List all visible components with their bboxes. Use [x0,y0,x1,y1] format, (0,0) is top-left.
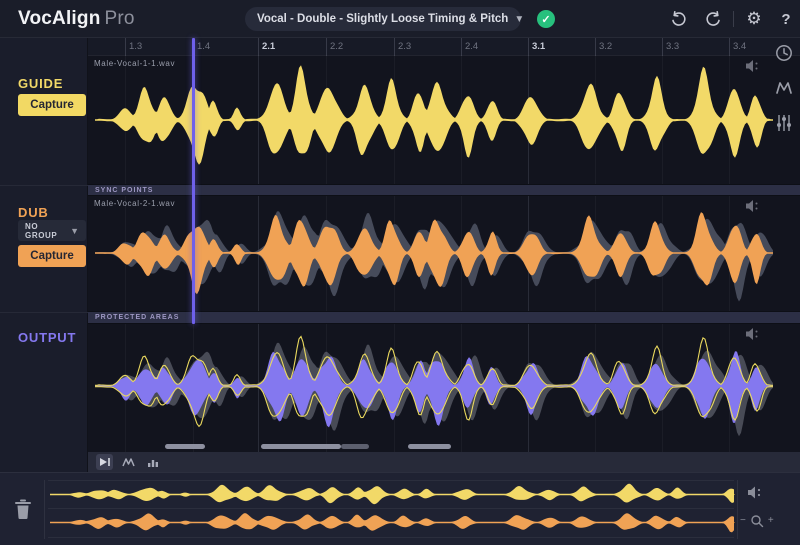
ruler-tick-label: 2.1 [262,41,276,52]
brand-suffix: Pro [104,8,135,29]
sync-points-label: SYNC POINTS [95,186,154,194]
trash-icon[interactable] [10,495,36,523]
guide-capture-button[interactable]: Capture [18,94,86,116]
preset-label: Vocal - Double - Slightly Loose Timing &… [257,13,509,25]
guide-track-title: GUIDE [18,76,64,91]
processing-segment[interactable] [408,444,451,449]
processing-segment[interactable] [165,444,205,449]
sync-point-tool[interactable] [120,454,137,470]
panel-separator [0,312,88,313]
time-history-clock-icon[interactable] [773,42,795,64]
redo-button[interactable] [704,9,724,29]
track-controls-panel: GUIDE Capture DUB NO GROUP ▼ Capture OUT… [0,38,88,472]
protected-areas-label: PROTECTED AREAS [95,314,180,321]
processing-segments [88,444,800,450]
preset-dropdown[interactable]: Vocal - Double - Slightly Loose Timing &… [245,7,525,31]
header-bar: VocAlign Pro Vocal - Double - Slightly Lo… [0,0,800,38]
settings-sliders-icon[interactable] [773,112,795,134]
ruler-tick-label: 1.3 [129,41,143,52]
side-tool-rail [770,42,798,147]
output-track-lane[interactable] [88,324,800,452]
chevron-down-icon: ▼ [70,225,79,236]
ruler-tick [326,38,327,56]
dub-capture-button[interactable]: Capture [18,245,86,267]
guide-file-name: Male-Vocal-1-1.wav [94,59,176,68]
dub-track-title: DUB [18,205,49,220]
ruler-tick [662,38,663,56]
undo-icon [672,10,686,26]
energy-display-tool[interactable] [144,454,161,470]
ruler-tick-label: 3.4 [733,41,747,52]
edit-toolbar [88,452,800,472]
header-divider [733,11,734,27]
ruler-tick-label: 3.1 [532,41,546,52]
playback-cursor-tool[interactable] [96,454,113,470]
ruler-tick [258,38,259,56]
ruler-tick [528,38,529,56]
output-waveform[interactable] [88,324,800,452]
dub-group-select[interactable]: NO GROUP ▼ [18,220,86,241]
overview-divider [737,480,738,539]
dub-audition-speaker-icon[interactable] [746,200,764,214]
zoom-in-icon[interactable]: + [768,516,774,526]
panel-separator [0,185,88,186]
ruler-tick-label: 3.2 [599,41,613,52]
timeline-area: 1.3 1.4 2.1 2.2 2.3 2.4 3.1 3.2 3.3 3.4 Male-Voca… [88,38,800,472]
playhead-cursor[interactable] [192,38,195,324]
overview-waveforms[interactable] [45,473,737,545]
ruler-tick-label: 2.2 [330,41,344,52]
output-audition-speaker-icon[interactable] [746,328,764,342]
processing-segment[interactable] [261,444,341,449]
analysis-status-check-icon: ✓ [537,10,555,28]
pitch-contour-icon[interactable] [773,77,795,99]
ruler-tick-label: 3.3 [666,41,680,52]
undo-button[interactable] [668,9,688,29]
chevron-down-icon: ▼ [514,13,525,25]
processing-segment[interactable] [341,444,369,449]
brand-name: VocAlign [18,8,101,29]
overview-mute-speaker-icon[interactable] [748,486,765,499]
dub-file-name: Male-Vocal-2-1.wav [94,199,176,208]
ruler-tick-label: 1.4 [197,41,211,52]
magnifier-icon [751,515,764,528]
ruler-tick-label: 2.4 [465,41,479,52]
overview-zoom-control[interactable]: − + [740,514,774,528]
dub-group-label: NO GROUP [25,221,58,240]
ruler-tick [394,38,395,56]
redo-icon [706,10,720,26]
output-track-title: OUTPUT [18,330,77,345]
ruler-tick [461,38,462,56]
help-button[interactable]: ? [776,9,796,29]
ruler-tick-label: 2.3 [398,41,412,52]
guide-audition-speaker-icon[interactable] [746,60,764,74]
vocalign-window: VocAlign Pro Vocal - Double - Slightly Lo… [0,0,800,545]
editor-body: GUIDE Capture DUB NO GROUP ▼ Capture OUT… [0,38,800,472]
zoom-out-icon[interactable]: − [740,516,746,526]
overview-strip: − + [0,472,800,545]
ruler-tick [729,38,730,56]
ruler-tick [125,38,126,56]
ruler-tick [595,38,596,56]
settings-gear-icon[interactable]: ⚙ [744,9,764,29]
app-logo: VocAlign Pro [18,8,135,30]
